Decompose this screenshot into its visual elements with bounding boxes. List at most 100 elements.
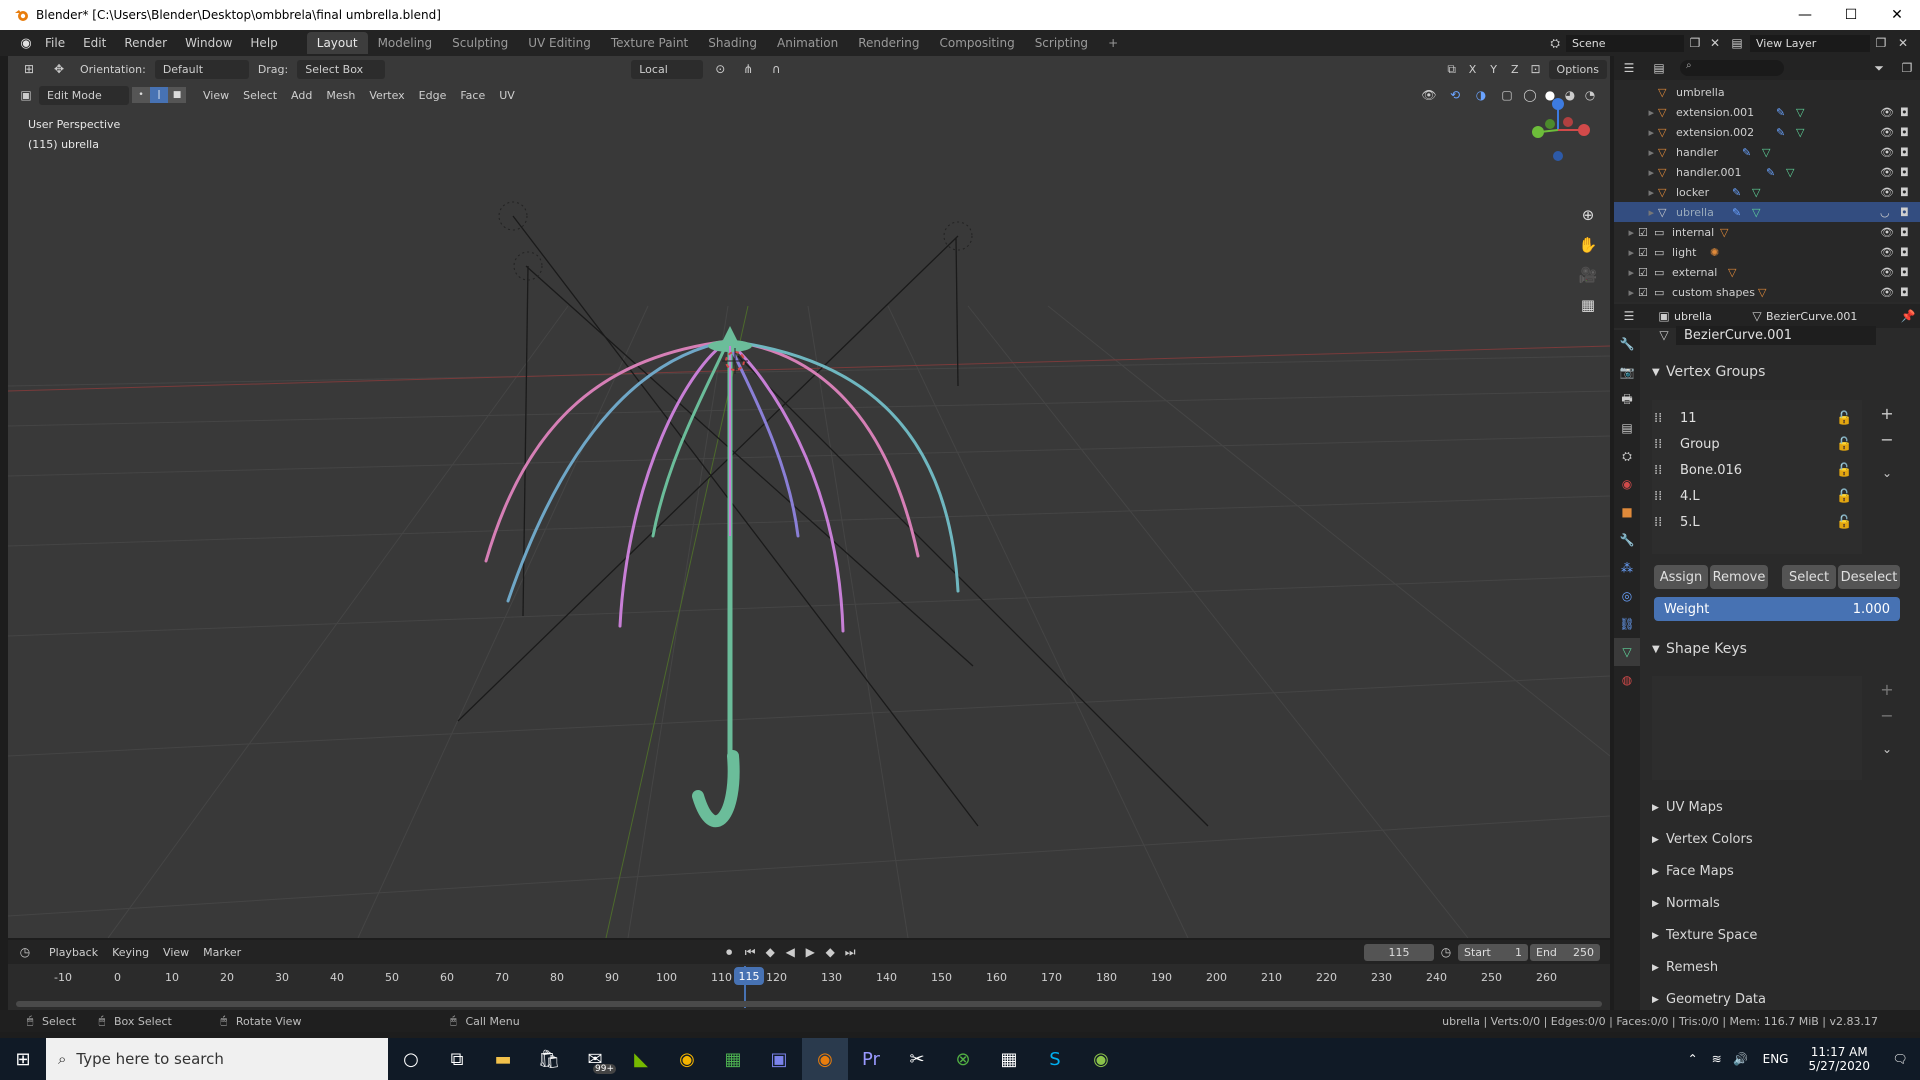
nvidia-icon[interactable]: ◣: [618, 1038, 664, 1080]
lock-icon[interactable]: 🔓: [1836, 411, 1860, 426]
outliner-row[interactable]: ▸ ☑ ▭ internal ▽ 👁 ◘: [1614, 222, 1920, 242]
falloff-icon[interactable]: ∩: [762, 62, 790, 76]
lock-icon[interactable]: 🔓: [1836, 437, 1860, 452]
scene-tab-icon[interactable]: ⛭: [1614, 442, 1640, 470]
mirror-z-toggle[interactable]: Z: [1504, 63, 1526, 76]
file-explorer-icon[interactable]: ▬: [480, 1038, 526, 1080]
uv-maps-panel-header[interactable]: ▶ UV Maps: [1652, 800, 1723, 815]
remove-shape-key-icon[interactable]: −: [1876, 704, 1898, 726]
checkbox-icon[interactable]: ☑: [1638, 266, 1654, 279]
solid-shading-icon[interactable]: ●: [1540, 88, 1560, 102]
menu-select[interactable]: Select: [236, 89, 284, 102]
current-frame-field[interactable]: 115: [1364, 943, 1434, 961]
shape-key-list[interactable]: [1652, 676, 1862, 780]
timeline-ruler[interactable]: -10 0 10 20 30 40 50 60 70 80 90 100 110…: [8, 966, 1610, 986]
outliner-row[interactable]: ▸ ☑ ▭ light ✺ 👁 ◘: [1614, 242, 1920, 262]
menu-help[interactable]: Help: [241, 36, 286, 50]
vertex-select-icon[interactable]: •: [132, 87, 150, 103]
media-app-icon[interactable]: ✂: [894, 1038, 940, 1080]
remove-vertex-group-icon[interactable]: −: [1876, 428, 1898, 450]
clock-icon[interactable]: ◷: [1434, 945, 1458, 959]
teams-icon[interactable]: ▣: [756, 1038, 802, 1080]
language-indicator[interactable]: ENG: [1763, 1052, 1789, 1066]
xray-icon[interactable]: ▢: [1494, 88, 1520, 102]
close-button[interactable]: ✕: [1874, 0, 1920, 30]
properties-editor-icon[interactable]: ☰: [1614, 309, 1644, 323]
windows-start-icon[interactable]: ⊞: [0, 1038, 46, 1080]
gizmo-icon[interactable]: ⟲: [1442, 88, 1468, 102]
menu-timeline-view[interactable]: View: [156, 946, 196, 959]
prev-keyframe-icon[interactable]: ◆: [760, 945, 780, 959]
tab-animation[interactable]: Animation: [767, 32, 848, 54]
data-name-field[interactable]: BezierCurve.001: [1676, 325, 1876, 345]
premiere-icon[interactable]: Pr: [848, 1038, 894, 1080]
list-item[interactable]: ⁞⁞ Group 🔓: [1654, 431, 1860, 457]
data-tab-icon[interactable]: ▽: [1614, 638, 1640, 666]
menu-vertex[interactable]: Vertex: [362, 89, 411, 102]
cortana-icon[interactable]: ○: [388, 1038, 434, 1080]
volume-icon[interactable]: 🔊: [1729, 1052, 1753, 1066]
eye-icon[interactable]: 👁: [1880, 286, 1900, 299]
tool-tab-icon[interactable]: 🔧: [1614, 330, 1640, 358]
timeline-scrollbar[interactable]: [16, 1001, 1602, 1007]
menu-render[interactable]: Render: [115, 36, 176, 50]
outliner-row[interactable]: ▸ ▽ handler ✎ ▽ 👁 ◘: [1614, 142, 1920, 162]
render-icon[interactable]: ◘: [1900, 246, 1920, 259]
3d-viewport[interactable]: [8, 56, 1610, 938]
weight-slider[interactable]: Weight 1.000: [1654, 597, 1900, 621]
outliner-row[interactable]: ▸ ☑ ▭ external ▽ 👁 ◘: [1614, 262, 1920, 282]
checkbox-icon[interactable]: ☑: [1638, 246, 1654, 259]
calculator-icon[interactable]: ▦: [986, 1038, 1032, 1080]
add-shape-key-icon[interactable]: +: [1876, 678, 1898, 700]
overlay-icon[interactable]: ◑: [1468, 88, 1494, 102]
menu-mesh[interactable]: Mesh: [319, 89, 362, 102]
transform-icon[interactable]: ✥: [44, 62, 74, 76]
outliner-row[interactable]: ▸ ☑ ▭ custom shapes ▽ 👁 ◘: [1614, 282, 1920, 302]
snap-icon[interactable]: ⋔: [734, 62, 762, 76]
output-tab-icon[interactable]: 🖶: [1614, 386, 1640, 414]
new-collection-icon[interactable]: ❐: [1894, 61, 1920, 75]
vertex-groups-panel-header[interactable]: ▼ Vertex Groups: [1652, 364, 1765, 380]
view-layer-selector[interactable]: View Layer: [1750, 34, 1870, 52]
menu-face[interactable]: Face: [453, 89, 492, 102]
start-frame-field[interactable]: Start 1: [1458, 943, 1528, 961]
outliner-row[interactable]: ▸ ▽ extension.001 ✎ ▽ 👁 ◘: [1614, 102, 1920, 122]
mail-icon[interactable]: ✉ 99+: [572, 1038, 618, 1080]
playhead-frame[interactable]: 115: [734, 967, 764, 985]
auto-merge-icon[interactable]: ⊡: [1526, 62, 1546, 76]
skype-icon[interactable]: S: [1032, 1038, 1078, 1080]
normals-panel-header[interactable]: ▶ Normals: [1652, 896, 1720, 911]
list-item[interactable]: ⁞⁞ 5.L 🔓: [1654, 509, 1860, 535]
taskbar-search-box[interactable]: ⌕ Type here to search: [46, 1038, 388, 1080]
tab-scripting[interactable]: Scripting: [1025, 32, 1098, 54]
render-icon[interactable]: ◘: [1900, 106, 1920, 119]
vertex-colors-panel-header[interactable]: ▶ Vertex Colors: [1652, 832, 1753, 847]
outliner-editor-icon[interactable]: ☰: [1614, 61, 1644, 75]
editor-type-icon[interactable]: ⊞: [14, 62, 44, 76]
material-tab-icon[interactable]: ◍: [1614, 666, 1640, 694]
outliner-search-input[interactable]: ⌕: [1680, 60, 1784, 76]
render-icon[interactable]: ◘: [1900, 206, 1920, 219]
menu-view[interactable]: View: [196, 89, 236, 102]
task-view-icon[interactable]: ⧉: [434, 1038, 480, 1080]
eye-icon[interactable]: 👁: [1880, 246, 1900, 259]
add-workspace-button[interactable]: +: [1098, 32, 1128, 54]
wifi-icon[interactable]: ≋: [1705, 1052, 1729, 1066]
minimize-button[interactable]: —: [1782, 0, 1828, 30]
eye-icon[interactable]: 👁: [1880, 166, 1900, 179]
menu-keying[interactable]: Keying: [105, 946, 156, 959]
play-reverse-icon[interactable]: ◀: [780, 945, 800, 959]
play-icon[interactable]: ▶: [800, 945, 820, 959]
scene-selector[interactable]: Scene: [1566, 34, 1684, 52]
tab-sculpting[interactable]: Sculpting: [442, 32, 518, 54]
add-vertex-group-icon[interactable]: +: [1876, 402, 1898, 424]
checkbox-icon[interactable]: ☑: [1638, 286, 1654, 299]
checkbox-icon[interactable]: ☑: [1638, 226, 1654, 239]
menu-uv[interactable]: UV: [492, 89, 522, 102]
physics-tab-icon[interactable]: ◎: [1614, 582, 1640, 610]
display-mode-icon[interactable]: ▤: [1644, 61, 1674, 75]
maximize-button[interactable]: ☐: [1828, 0, 1874, 30]
outliner-row[interactable]: ▽ umbrella: [1614, 82, 1920, 102]
menu-add[interactable]: Add: [284, 89, 319, 102]
options-dropdown[interactable]: Options: [1548, 59, 1607, 79]
